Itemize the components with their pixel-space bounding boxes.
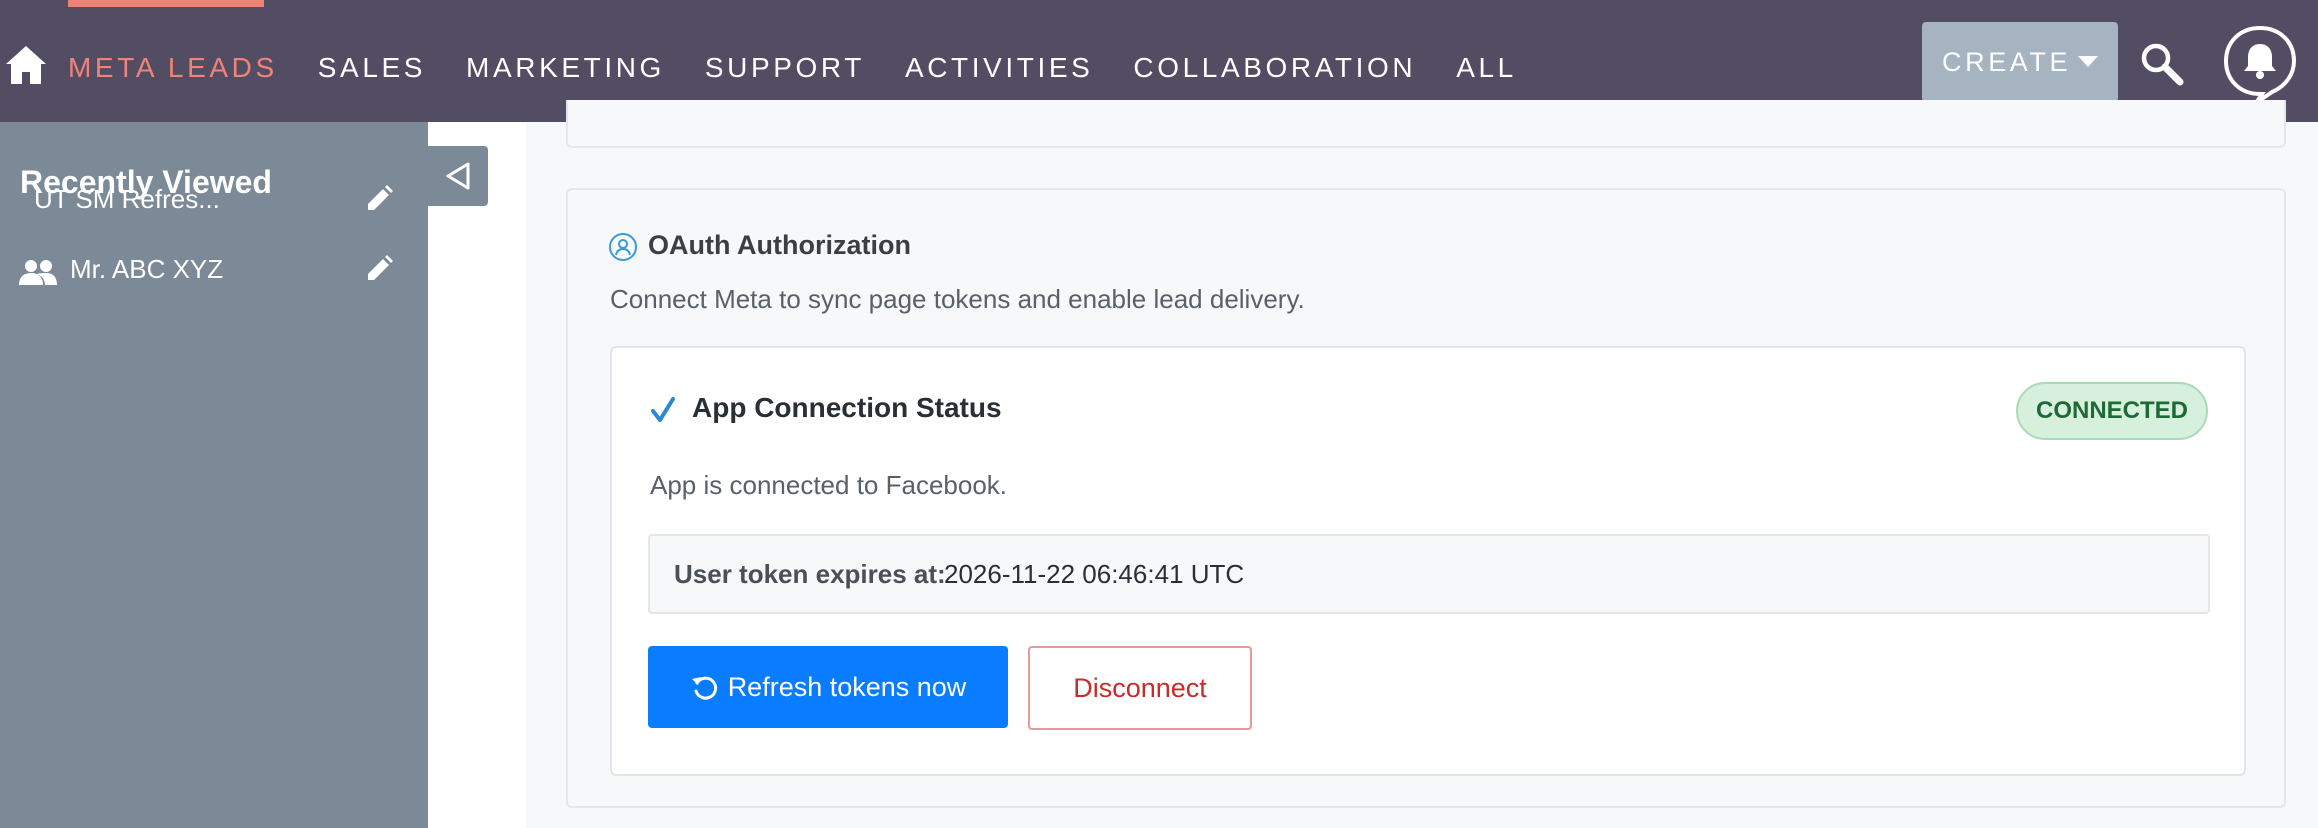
bell-icon[interactable]: [2222, 24, 2298, 106]
recently-viewed-item[interactable]: UT SM Refres...: [0, 172, 428, 228]
search-icon[interactable]: [2138, 40, 2184, 86]
create-button[interactable]: CREATE: [1922, 22, 2118, 102]
chevron-down-icon: [2078, 56, 2098, 67]
token-expiry-value: 2026-11-22 06:46:41 UTC: [944, 559, 1245, 589]
recently-viewed-item-label[interactable]: UT SM Refres...: [34, 184, 220, 215]
token-expiry-box: User token expires at: 2026-11-22 06:46:…: [648, 534, 2210, 614]
status-badge: CONNECTED: [2016, 382, 2208, 440]
panel-title: OAuth Authorization: [648, 230, 911, 260]
status-title: App Connection Status: [692, 392, 1002, 423]
app-connection-status-card: App Connection Status CONNECTED App is c…: [610, 346, 2246, 776]
recently-viewed-item[interactable]: Mr. ABC XYZ: [0, 242, 428, 298]
home-icon[interactable]: [4, 44, 48, 86]
pencil-icon[interactable]: [364, 254, 394, 284]
active-tab-indicator: [68, 0, 264, 7]
main-menu: META LEADS SALES MARKETING SUPPORT ACTIV…: [68, 50, 1557, 86]
sidebar-collapse-button[interactable]: [428, 146, 488, 206]
nav-activities[interactable]: ACTIVITIES: [905, 50, 1093, 86]
checkmark-icon: [651, 397, 675, 422]
recently-viewed-item-label[interactable]: Mr. ABC XYZ: [70, 254, 223, 285]
previous-panel-edge: [566, 100, 2286, 148]
nav-support[interactable]: SUPPORT: [705, 50, 865, 86]
create-button-label: CREATE: [1942, 46, 2072, 77]
oauth-authorization-panel: OAuth Authorization Connect Meta to sync…: [566, 188, 2286, 808]
disconnect-button[interactable]: Disconnect: [1028, 646, 1252, 730]
status-description: App is connected to Facebook.: [650, 470, 1008, 500]
nav-collaboration[interactable]: COLLABORATION: [1133, 50, 1416, 86]
refresh-icon: [691, 676, 717, 700]
token-expiry-label: User token expires at:: [674, 559, 946, 589]
user-circle-icon: [609, 233, 637, 261]
content-gutter: [428, 122, 526, 828]
pencil-icon[interactable]: [364, 184, 394, 214]
people-icon: [19, 260, 57, 285]
disconnect-label: Disconnect: [1073, 672, 1207, 703]
refresh-tokens-label: Refresh tokens now: [727, 671, 967, 702]
nav-sales[interactable]: SALES: [318, 50, 426, 86]
refresh-tokens-button[interactable]: Refresh tokens now: [648, 646, 1008, 728]
triangle-left-icon: [446, 162, 470, 190]
panel-description: Connect Meta to sync page tokens and ena…: [610, 284, 1305, 314]
nav-marketing[interactable]: MARKETING: [466, 50, 665, 86]
nav-all[interactable]: ALL: [1456, 50, 1517, 86]
nav-meta-leads[interactable]: META LEADS: [68, 50, 278, 86]
sidebar: Recently Viewed UT SM Refres... Mr. ABC …: [0, 122, 428, 828]
